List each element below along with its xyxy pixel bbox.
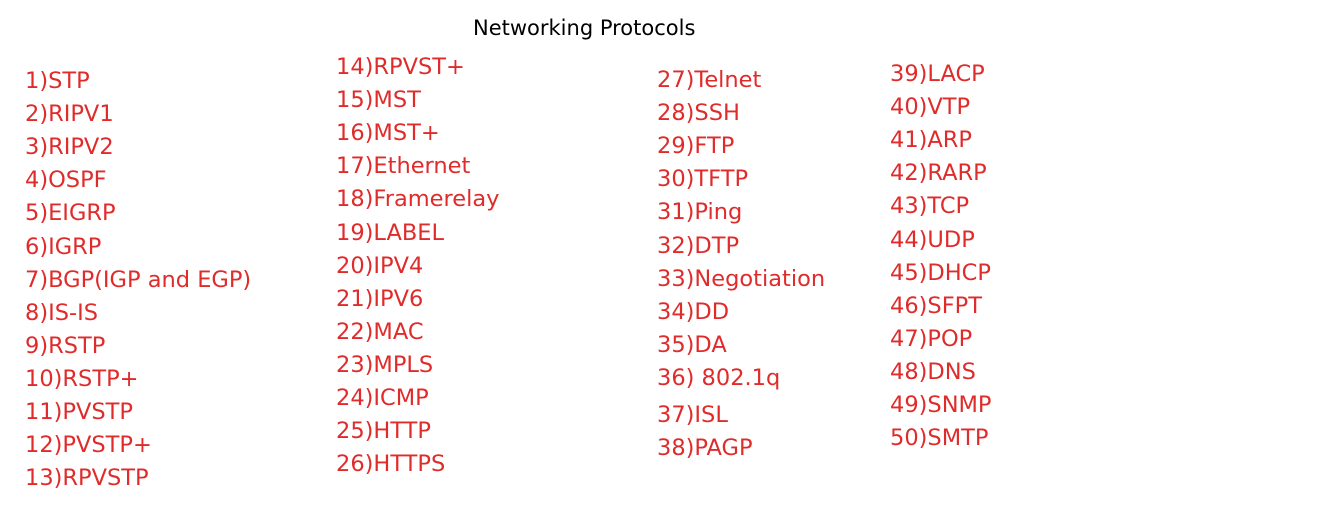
protocol-item: 35)DA: [657, 331, 727, 358]
protocol-item: 26)HTTPS: [336, 451, 446, 478]
protocol-item: 7)BGP(IGP and EGP): [25, 266, 252, 293]
protocol-item: 21)IPV6: [336, 285, 424, 312]
protocol-item: 36) 802.1q: [657, 364, 781, 391]
protocol-item: 47)POP: [890, 325, 973, 352]
protocol-item: 50)SMTP: [890, 425, 989, 452]
protocol-item: 22)MAC: [336, 318, 424, 345]
protocol-item: 48)DNS: [890, 358, 976, 385]
protocol-item: 25)HTTP: [336, 418, 431, 445]
protocol-item: 9)RSTP: [25, 332, 106, 359]
protocol-item: 12)PVSTP+: [25, 432, 152, 459]
protocol-item: 1)STP: [25, 68, 90, 94]
protocol-item: 49)SNMP: [890, 392, 992, 418]
protocol-item: 15)MST: [336, 87, 421, 114]
protocol-item: 23)MPLS: [336, 351, 434, 378]
protocol-item: 3)RIPV2: [25, 134, 114, 161]
protocol-item: 20)IPV4: [336, 252, 424, 279]
protocol-item: 4)OSPF: [25, 167, 107, 194]
protocol-item: 40)VTP: [890, 94, 971, 121]
protocol-item: 46)SFPT: [890, 292, 982, 319]
protocol-item: 13)RPVSTP: [25, 465, 149, 492]
protocol-item: 11)PVSTP: [25, 399, 133, 425]
protocol-item: 41)ARP: [890, 127, 973, 154]
protocol-item: 30)TFTP: [657, 166, 749, 193]
page-title: Networking Protocols: [473, 16, 696, 40]
protocol-item: 43)TCP: [890, 193, 970, 220]
protocol-item: 5)EIGRP: [25, 200, 116, 227]
protocol-item: 2)RIPV1: [25, 101, 114, 128]
protocol-item: 8)IS-IS: [25, 299, 99, 326]
protocol-item: 14)RPVST+: [336, 54, 465, 80]
protocol-item: 44)UDP: [890, 226, 975, 253]
protocol-item: 37)ISL: [657, 402, 728, 428]
protocol-item: 31)Ping: [657, 199, 743, 226]
protocol-item: 27)Telnet: [657, 67, 762, 93]
protocol-item: 34)DD: [657, 298, 730, 325]
protocol-item: 19)LABEL: [336, 219, 445, 246]
protocol-item: 39)LACP: [890, 61, 985, 87]
protocol-item: 24)ICMP: [336, 385, 429, 411]
protocol-item: 32)DTP: [657, 232, 740, 259]
protocol-item: 17)Ethernet: [336, 153, 471, 180]
protocol-item: 29)FTP: [657, 133, 735, 160]
protocol-item: 16)MST+: [336, 120, 440, 147]
protocol-item: 6)IGRP: [25, 233, 102, 260]
protocol-item: 42)RARP: [890, 160, 987, 187]
protocol-item: 28)SSH: [657, 100, 740, 127]
protocol-item: 10)RSTP+: [25, 365, 139, 392]
protocol-item: 18)Framerelay: [336, 186, 500, 213]
protocol-item: 45)DHCP: [890, 259, 991, 286]
protocol-item: 38)PAGP: [657, 435, 753, 462]
protocol-item: 33)Negotiation: [657, 265, 826, 292]
